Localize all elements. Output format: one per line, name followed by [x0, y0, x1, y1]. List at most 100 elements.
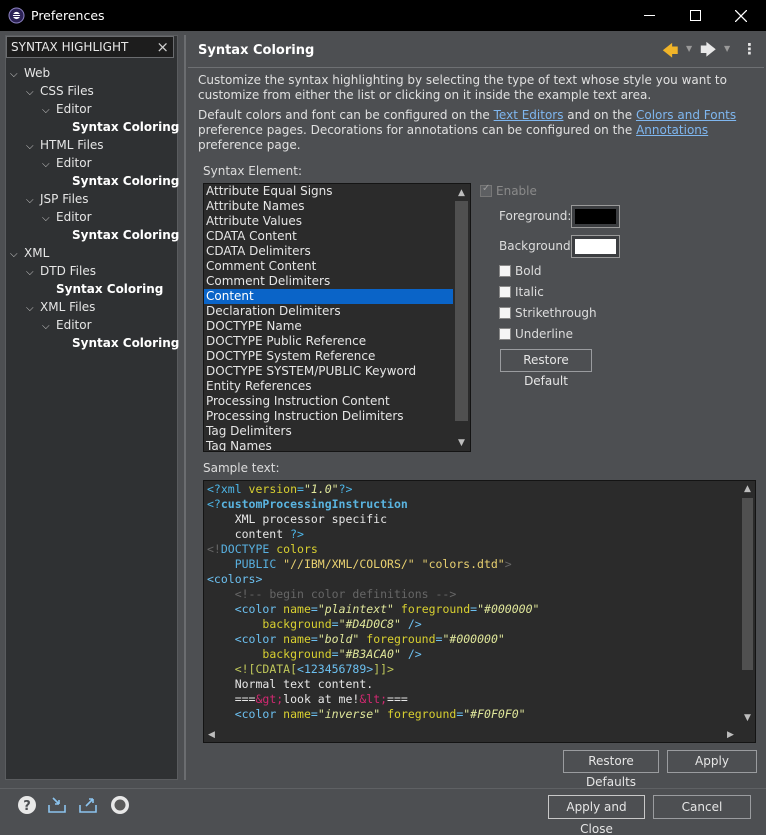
code-line: background="#B3ACA0" /> — [262, 647, 422, 661]
code-line: content ?> — [207, 527, 304, 541]
syntax-element-item[interactable]: Attribute Names — [204, 199, 454, 214]
tree-item[interactable]: ⌵ DTD Files — [10, 262, 178, 280]
scroll-thumb[interactable] — [742, 498, 753, 670]
restore-defaults-button[interactable]: Restore Defaults — [563, 750, 659, 789]
tree-item[interactable]: Syntax Coloring — [10, 172, 179, 190]
strikethrough-checkbox[interactable]: Strikethrough — [499, 306, 597, 320]
tree-item[interactable]: ⌵ XML — [10, 244, 178, 262]
syntax-element-item[interactable]: Comment Delimiters — [204, 274, 454, 289]
restore-default-button[interactable]: Restore Default — [500, 349, 592, 388]
help-icon[interactable]: ? — [17, 795, 37, 815]
chevron-down-icon[interactable]: ⌵ — [42, 102, 56, 120]
tree-item[interactable]: Syntax Coloring — [10, 118, 180, 136]
forward-dropdown-icon[interactable]: ▼ — [724, 44, 730, 53]
scroll-down-icon[interactable]: ▼ — [740, 710, 755, 725]
syntax-element-list[interactable]: Attribute Equal Signs Attribute Names Attr… — [203, 183, 471, 452]
scroll-down-icon[interactable]: ▼ — [453, 434, 470, 451]
scroll-thumb[interactable] — [455, 201, 468, 421]
tree-item[interactable]: Syntax Coloring — [10, 226, 179, 244]
tree-item[interactable]: ⌵ Editor — [10, 100, 178, 118]
chevron-down-icon[interactable]: ⌵ — [26, 84, 40, 102]
syntax-element-item[interactable]: Declaration Delimiters — [204, 304, 454, 319]
syntax-element-item[interactable]: DOCTYPE System Reference — [204, 349, 454, 364]
chevron-down-icon[interactable]: ⌵ — [26, 192, 40, 210]
annotations-link[interactable]: Annotations — [636, 123, 708, 137]
underline-checkbox[interactable]: Underline — [499, 327, 573, 341]
code-line: background="#D4D0C8" /> — [262, 617, 422, 631]
checkbox-icon — [499, 286, 511, 298]
chevron-down-icon[interactable]: ⌵ — [42, 156, 56, 174]
forward-arrow-icon[interactable]: 🡆 — [700, 39, 717, 66]
import-icon[interactable] — [47, 795, 67, 815]
syntax-element-item[interactable]: Tag Delimiters — [204, 424, 454, 439]
chevron-down-icon[interactable]: ⌵ — [10, 246, 24, 264]
code-line: <color name="inverse" foreground="#F0F0F… — [234, 707, 526, 721]
oomph-icon[interactable] — [110, 795, 130, 815]
tree-item[interactable]: ⌵ JSP Files — [10, 190, 178, 208]
syntax-element-item[interactable]: Content — [204, 289, 454, 304]
syntax-element-item[interactable]: DOCTYPE SYSTEM/PUBLIC Keyword — [204, 364, 454, 379]
syntax-element-item[interactable]: Processing Instruction Content — [204, 394, 454, 409]
syntax-element-item[interactable]: DOCTYPE Public Reference — [204, 334, 454, 349]
scroll-right-icon[interactable]: ▶ — [723, 727, 738, 742]
tree-item[interactable]: ⌵ Editor — [10, 154, 178, 172]
syntax-element-item[interactable]: DOCTYPE Name — [204, 319, 454, 334]
tree-item[interactable]: ⌵ Editor — [10, 316, 178, 334]
code-line: Normal text content. — [207, 677, 374, 691]
syntax-element-item[interactable]: CDATA Content — [204, 229, 454, 244]
chevron-down-icon[interactable]: ⌵ — [26, 300, 40, 318]
code-line: <color name="bold" foreground="#000000" — [234, 632, 505, 646]
tree-item-label: Syntax Coloring — [72, 120, 180, 134]
scroll-up-icon[interactable]: ▲ — [740, 481, 755, 496]
tree-item[interactable]: ⌵ CSS Files — [10, 82, 178, 100]
apply-and-close-button[interactable]: Apply and Close — [548, 795, 645, 835]
view-menu-icon[interactable]: ⋮ — [742, 40, 757, 58]
back-arrow-icon[interactable]: 🡄 — [662, 40, 679, 67]
background-color-button[interactable] — [571, 235, 620, 258]
syntax-element-item[interactable]: Entity References — [204, 379, 454, 394]
minimize-button[interactable] — [626, 0, 672, 31]
syntax-element-item[interactable]: Tag Names — [204, 439, 454, 451]
chevron-down-icon[interactable]: ⌵ — [42, 318, 56, 336]
scroll-up-icon[interactable]: ▲ — [453, 184, 470, 201]
syntax-element-item[interactable]: CDATA Delimiters — [204, 244, 454, 259]
cancel-button[interactable]: Cancel — [653, 795, 751, 819]
italic-checkbox[interactable]: Italic — [499, 285, 544, 299]
bold-checkbox[interactable]: Bold — [499, 264, 542, 278]
chevron-down-icon[interactable]: ⌵ — [42, 210, 56, 228]
syntax-element-item[interactable]: Processing Instruction Delimiters — [204, 409, 454, 424]
syntax-element-item[interactable]: Comment Content — [204, 259, 454, 274]
chevron-down-icon[interactable]: ⌵ — [26, 138, 40, 156]
foreground-color-button[interactable] — [571, 205, 620, 228]
clear-icon[interactable]: × — [156, 38, 169, 56]
text-editors-link[interactable]: Text Editors — [494, 108, 564, 122]
maximize-button[interactable] — [672, 0, 718, 31]
chevron-down-icon[interactable]: ⌵ — [10, 66, 24, 84]
title-bar: Preferences — [0, 0, 766, 31]
preference-tree: ⌵ Web ⌵ CSS Files ⌵ Editor Syntax Coloring ⌵ HTM… — [10, 64, 180, 352]
close-icon — [735, 9, 747, 22]
back-dropdown-icon[interactable]: ▼ — [686, 44, 692, 53]
colors-and-fonts-link[interactable]: Colors and Fonts — [636, 108, 736, 122]
maximize-icon — [689, 10, 701, 21]
syntax-element-item[interactable]: Attribute Equal Signs — [204, 184, 454, 199]
tree-item[interactable]: Syntax Coloring — [10, 334, 179, 352]
code-line: PUBLIC "//IBM/XML/COLORS/" "colors.dtd"> — [234, 557, 512, 571]
export-icon[interactable] — [78, 795, 98, 815]
code-line: <?xml version="1.0"?> — [207, 482, 353, 496]
close-button[interactable] — [718, 0, 764, 31]
enable-checkbox[interactable]: ✓ Enable — [480, 183, 537, 198]
tree-item[interactable]: ⌵ HTML Files — [10, 136, 178, 154]
checkbox-icon: ✓ — [480, 183, 492, 197]
tree-item[interactable]: ⌵ Editor — [10, 208, 178, 226]
sample-text-area[interactable]: <?xml version="1.0"?> <?customProcessing… — [203, 480, 756, 743]
tree-item[interactable]: Syntax Coloring — [10, 280, 178, 298]
apply-button[interactable]: Apply — [667, 750, 757, 773]
scroll-left-icon[interactable]: ◀ — [204, 727, 219, 742]
sample-horizontal-scrollbar[interactable]: ◀ ▶ — [204, 727, 740, 742]
chevron-down-icon[interactable]: ⌵ — [26, 264, 40, 282]
tree-item[interactable]: ⌵ XML Files — [10, 298, 178, 316]
tree-item[interactable]: ⌵ Web — [10, 64, 178, 82]
syntax-element-item[interactable]: Attribute Values — [204, 214, 454, 229]
filter-input[interactable]: SYNTAX HIGHLIGHT × — [6, 36, 174, 58]
